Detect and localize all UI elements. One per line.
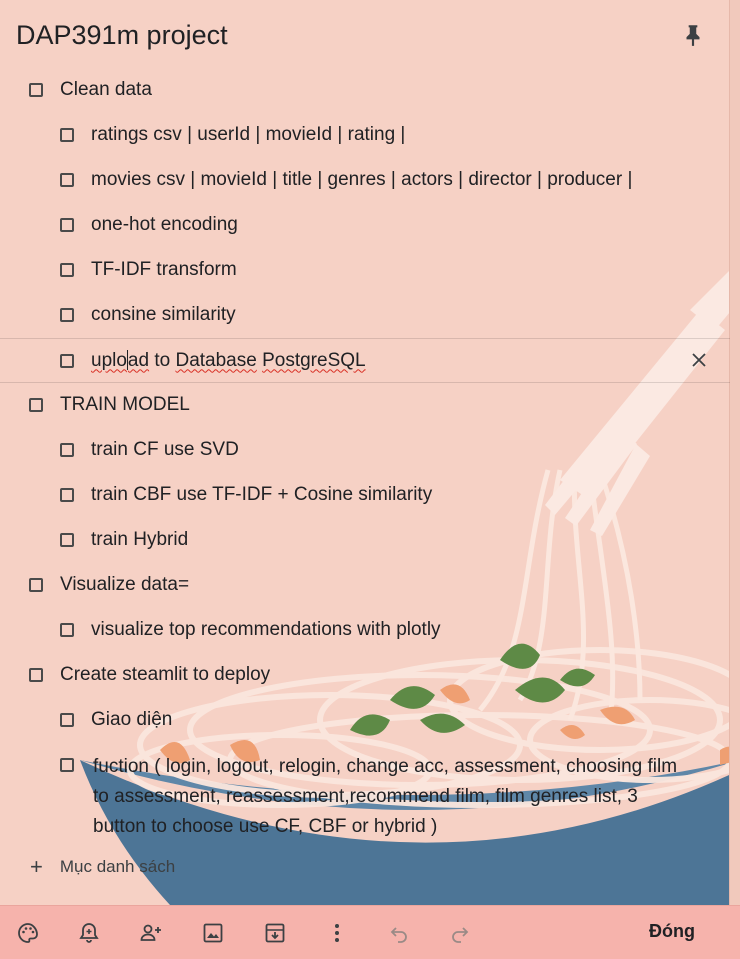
checkbox[interactable] <box>60 442 74 457</box>
list-item: Create steamlit to deploy <box>0 652 270 697</box>
checkbox[interactable] <box>60 307 74 322</box>
note-toolbar <box>0 905 740 959</box>
list-item: Giao diện <box>0 697 172 742</box>
list-item: train CBF use TF-IDF + Cosine similarity <box>0 472 432 517</box>
reminder-icon[interactable] <box>77 921 101 945</box>
pin-icon[interactable] <box>680 20 706 50</box>
add-list-item[interactable]: + Mục danh sách <box>0 852 175 882</box>
redo-icon[interactable] <box>448 921 472 945</box>
checkbox[interactable] <box>60 622 74 637</box>
scrollbar[interactable] <box>729 0 740 905</box>
checkbox[interactable] <box>60 532 74 547</box>
note-editor: DAP391m project Clean data ratings csv |… <box>0 0 740 959</box>
checkbox[interactable] <box>29 82 43 97</box>
list-item: one-hot encoding <box>0 202 238 247</box>
checkbox[interactable] <box>60 172 74 187</box>
list-item-text[interactable]: TF-IDF transform <box>91 259 237 281</box>
list-item: train Hybrid <box>0 517 188 562</box>
list-item: visualize top recommendations with plotl… <box>0 607 441 652</box>
list-item: movies csv | movieId | title | genres | … <box>0 157 632 202</box>
list-item: Visualize data= <box>0 562 189 607</box>
undo-icon[interactable] <box>387 921 411 945</box>
checkbox[interactable] <box>29 577 43 592</box>
list-item: Clean data <box>0 67 152 112</box>
list-item-text[interactable]: consine similarity <box>91 304 236 326</box>
list-item: TRAIN MODEL <box>0 382 190 427</box>
delete-item-icon[interactable] <box>690 351 708 369</box>
note-title[interactable]: DAP391m project <box>16 20 228 51</box>
list-item-text[interactable]: train Hybrid <box>91 529 188 551</box>
list-item-text[interactable]: Clean data <box>60 79 152 101</box>
plus-icon: + <box>30 854 43 879</box>
add-list-item-label: Mục danh sách <box>59 857 176 876</box>
list-item-text[interactable]: one-hot encoding <box>91 214 238 236</box>
list-item: TF-IDF transform <box>0 247 237 292</box>
collaborator-icon[interactable] <box>139 921 163 945</box>
list-item-text[interactable]: TRAIN MODEL <box>60 394 190 416</box>
close-button[interactable]: Đóng <box>630 909 714 953</box>
list-item-focused: upload to Database PostgreSQL <box>0 338 730 383</box>
image-icon[interactable] <box>201 921 225 945</box>
checkbox[interactable] <box>60 758 74 772</box>
list-item-text-input[interactable]: upload to Database PostgreSQL <box>91 350 366 372</box>
checkbox[interactable] <box>29 397 43 412</box>
list-item-text[interactable]: movies csv | movieId | title | genres | … <box>91 169 632 191</box>
list-item-text[interactable]: train CBF use TF-IDF + Cosine similarity <box>91 484 432 506</box>
list-item-text[interactable]: Create steamlit to deploy <box>60 664 270 686</box>
checkbox[interactable] <box>60 487 74 502</box>
archive-icon[interactable] <box>263 921 287 945</box>
list-item-text[interactable]: Giao diện <box>91 709 172 731</box>
list-item-text[interactable]: train CF use SVD <box>91 439 239 461</box>
list-item-text[interactable]: ratings csv | userId | movieId | rating … <box>91 124 405 146</box>
checkbox[interactable] <box>60 217 74 232</box>
checkbox[interactable] <box>60 127 74 142</box>
checkbox[interactable] <box>60 262 74 277</box>
palette-icon[interactable] <box>16 921 40 945</box>
list-item-text[interactable]: visualize top recommendations with plotl… <box>91 619 441 641</box>
checkbox[interactable] <box>29 667 43 682</box>
list-item: consine similarity <box>0 292 236 337</box>
checkbox[interactable] <box>60 353 74 368</box>
more-icon[interactable] <box>325 921 349 945</box>
list-item: train CF use SVD <box>0 427 239 472</box>
list-item-text[interactable]: Visualize data= <box>60 574 189 596</box>
checkbox[interactable] <box>60 712 74 727</box>
list-item: ratings csv | userId | movieId | rating … <box>0 112 405 157</box>
list-item-text[interactable]: fuction ( login, logout, relogin, change… <box>93 752 693 842</box>
